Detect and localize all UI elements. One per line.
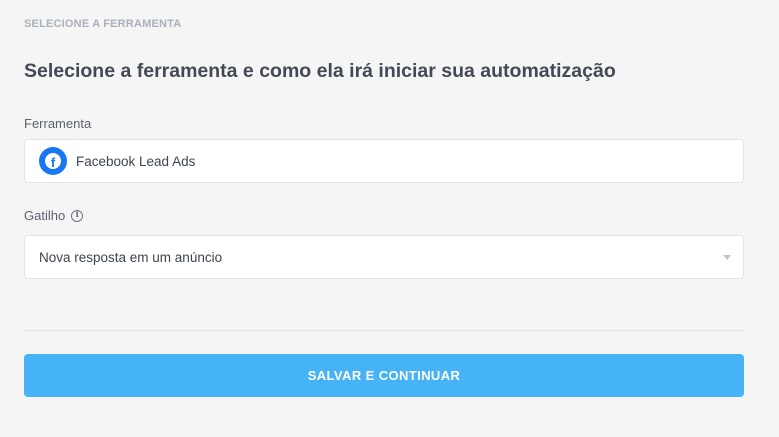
trigger-selected-value: Nova resposta em um anúncio <box>39 249 223 265</box>
tool-field[interactable]: f Facebook Lead Ads <box>24 139 744 183</box>
tool-label: Ferramenta <box>24 116 91 131</box>
facebook-icon: f <box>39 147 67 175</box>
tool-label-text: Ferramenta <box>24 116 92 131</box>
trigger-label-text: Gatilho <box>24 208 66 223</box>
save-and-continue-button[interactable]: SALVAR E CONTINUAR <box>24 354 744 397</box>
tool-value: Facebook Lead Ads <box>76 153 196 169</box>
divider <box>24 330 744 331</box>
info-icon[interactable]: i <box>71 209 84 222</box>
trigger-label: Gatilho i <box>24 208 84 223</box>
trigger-select[interactable]: Nova resposta em um anúncio <box>24 235 744 279</box>
page-title: Selecione a ferramenta e como ela irá in… <box>24 60 616 82</box>
chevron-down-icon <box>723 254 731 260</box>
section-label: SELECIONE A FERRAMENTA <box>24 18 182 30</box>
